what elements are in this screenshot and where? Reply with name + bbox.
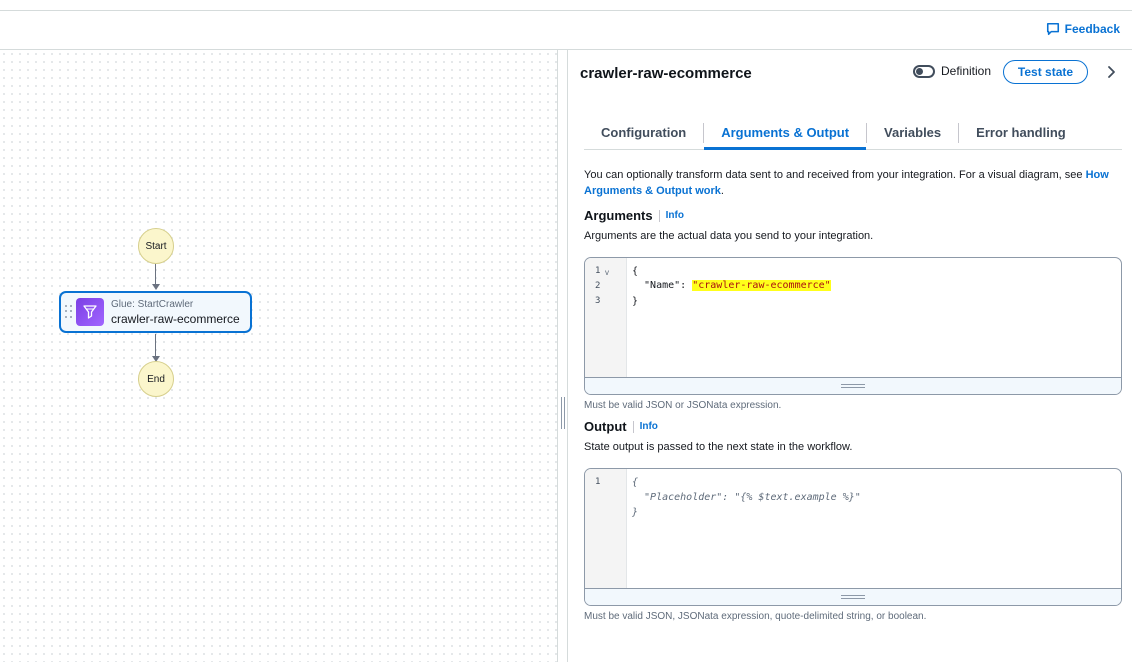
line-number: 3 <box>595 296 601 306</box>
task-name-label: crawler-raw-ecommerce <box>111 312 240 326</box>
tab-variables[interactable]: Variables <box>867 116 958 149</box>
task-type-label: Glue: StartCrawler <box>111 299 194 310</box>
resize-grip-icon <box>841 595 865 599</box>
edge-task-end <box>155 334 156 358</box>
glue-icon <box>76 298 104 326</box>
line-number: 1 <box>595 266 601 276</box>
edge-start-task <box>155 264 156 286</box>
drag-handle-icon[interactable] <box>65 305 73 319</box>
output-hint: Must be valid JSON, JSONata expression, … <box>584 611 927 622</box>
code-line-2: "Name": "crawler-raw-ecommerce" <box>632 280 831 291</box>
line-number: 1 <box>595 477 601 487</box>
tab-configuration[interactable]: Configuration <box>584 116 703 149</box>
arguments-heading: Arguments Info <box>584 208 684 223</box>
panel-title: crawler-raw-ecommerce <box>580 65 752 82</box>
fold-chevron-icon[interactable]: v <box>605 268 609 277</box>
tab-bar: Configuration Arguments & Output Variabl… <box>584 116 1122 150</box>
definition-label: Definition <box>941 64 992 78</box>
intro-end: . <box>720 185 724 197</box>
arguments-resize-handle[interactable] <box>585 377 1121 394</box>
code-line-3: } <box>632 296 639 307</box>
output-editor[interactable]: 1 { "Placeholder": "{% $text.example %}"… <box>584 468 1122 606</box>
arguments-info-link[interactable]: Info <box>666 210 684 221</box>
info-separator <box>632 420 634 433</box>
arrow-start-task <box>152 284 160 290</box>
output-heading: Output Info <box>584 419 658 434</box>
arguments-gutter: 1 v 2 3 <box>585 258 627 378</box>
code-line-1: { <box>632 266 639 277</box>
feedback-link[interactable]: Feedback <box>1046 22 1120 36</box>
output-gutter: 1 <box>585 469 627 589</box>
tab-arguments-output[interactable]: Arguments & Output <box>704 116 866 150</box>
placeholder-line-1: { <box>632 477 639 488</box>
arguments-description: Arguments are the actual data you send t… <box>584 230 874 242</box>
placeholder-line-2: "Placeholder": "{% $text.example %}" <box>632 492 861 503</box>
line-number: 2 <box>595 281 601 291</box>
toggle-icon[interactable] <box>913 64 935 78</box>
end-node[interactable]: End <box>138 361 174 397</box>
output-heading-text: Output <box>584 419 627 434</box>
feedback-icon <box>1046 22 1059 36</box>
end-node-label: End <box>147 373 165 385</box>
output-description: State output is passed to the next state… <box>584 441 853 453</box>
task-node-start-crawler[interactable]: Glue: StartCrawler crawler-raw-ecommerce <box>59 291 252 333</box>
output-info-link[interactable]: Info <box>640 421 658 432</box>
start-node-label: Start <box>145 240 167 252</box>
start-node[interactable]: Start <box>138 228 174 264</box>
definition-toggle[interactable]: Definition <box>913 64 991 78</box>
tab-error-handling[interactable]: Error handling <box>959 116 1083 149</box>
arguments-heading-text: Arguments <box>584 208 653 223</box>
state-inspector-panel: crawler-raw-ecommerce Definition Test st… <box>568 50 1132 662</box>
intro-body: You can optionally transform data sent t… <box>584 169 1086 181</box>
top-divider <box>0 10 1132 11</box>
workflow-canvas[interactable]: Start Glue: StartCrawler crawler-raw-eco… <box>0 50 557 662</box>
splitter-handle-icon[interactable] <box>561 397 565 429</box>
feedback-label: Feedback <box>1064 22 1120 36</box>
intro-text: You can optionally transform data sent t… <box>584 167 1124 199</box>
test-state-button[interactable]: Test state <box>1003 60 1088 84</box>
output-resize-handle[interactable] <box>585 588 1121 605</box>
info-separator <box>658 209 660 222</box>
json-value-highlighted: "crawler-raw-ecommerce" <box>692 280 831 291</box>
json-key: "Name": <box>632 280 693 291</box>
panel-splitter[interactable] <box>557 50 568 662</box>
resize-grip-icon <box>841 384 865 388</box>
chevron-right-icon[interactable] <box>1104 65 1118 79</box>
placeholder-line-3: } <box>632 507 639 518</box>
arguments-editor[interactable]: 1 v 2 3 { "Name": "crawler-raw-ecommerce… <box>584 257 1122 395</box>
arguments-hint: Must be valid JSON or JSONata expression… <box>584 400 782 411</box>
